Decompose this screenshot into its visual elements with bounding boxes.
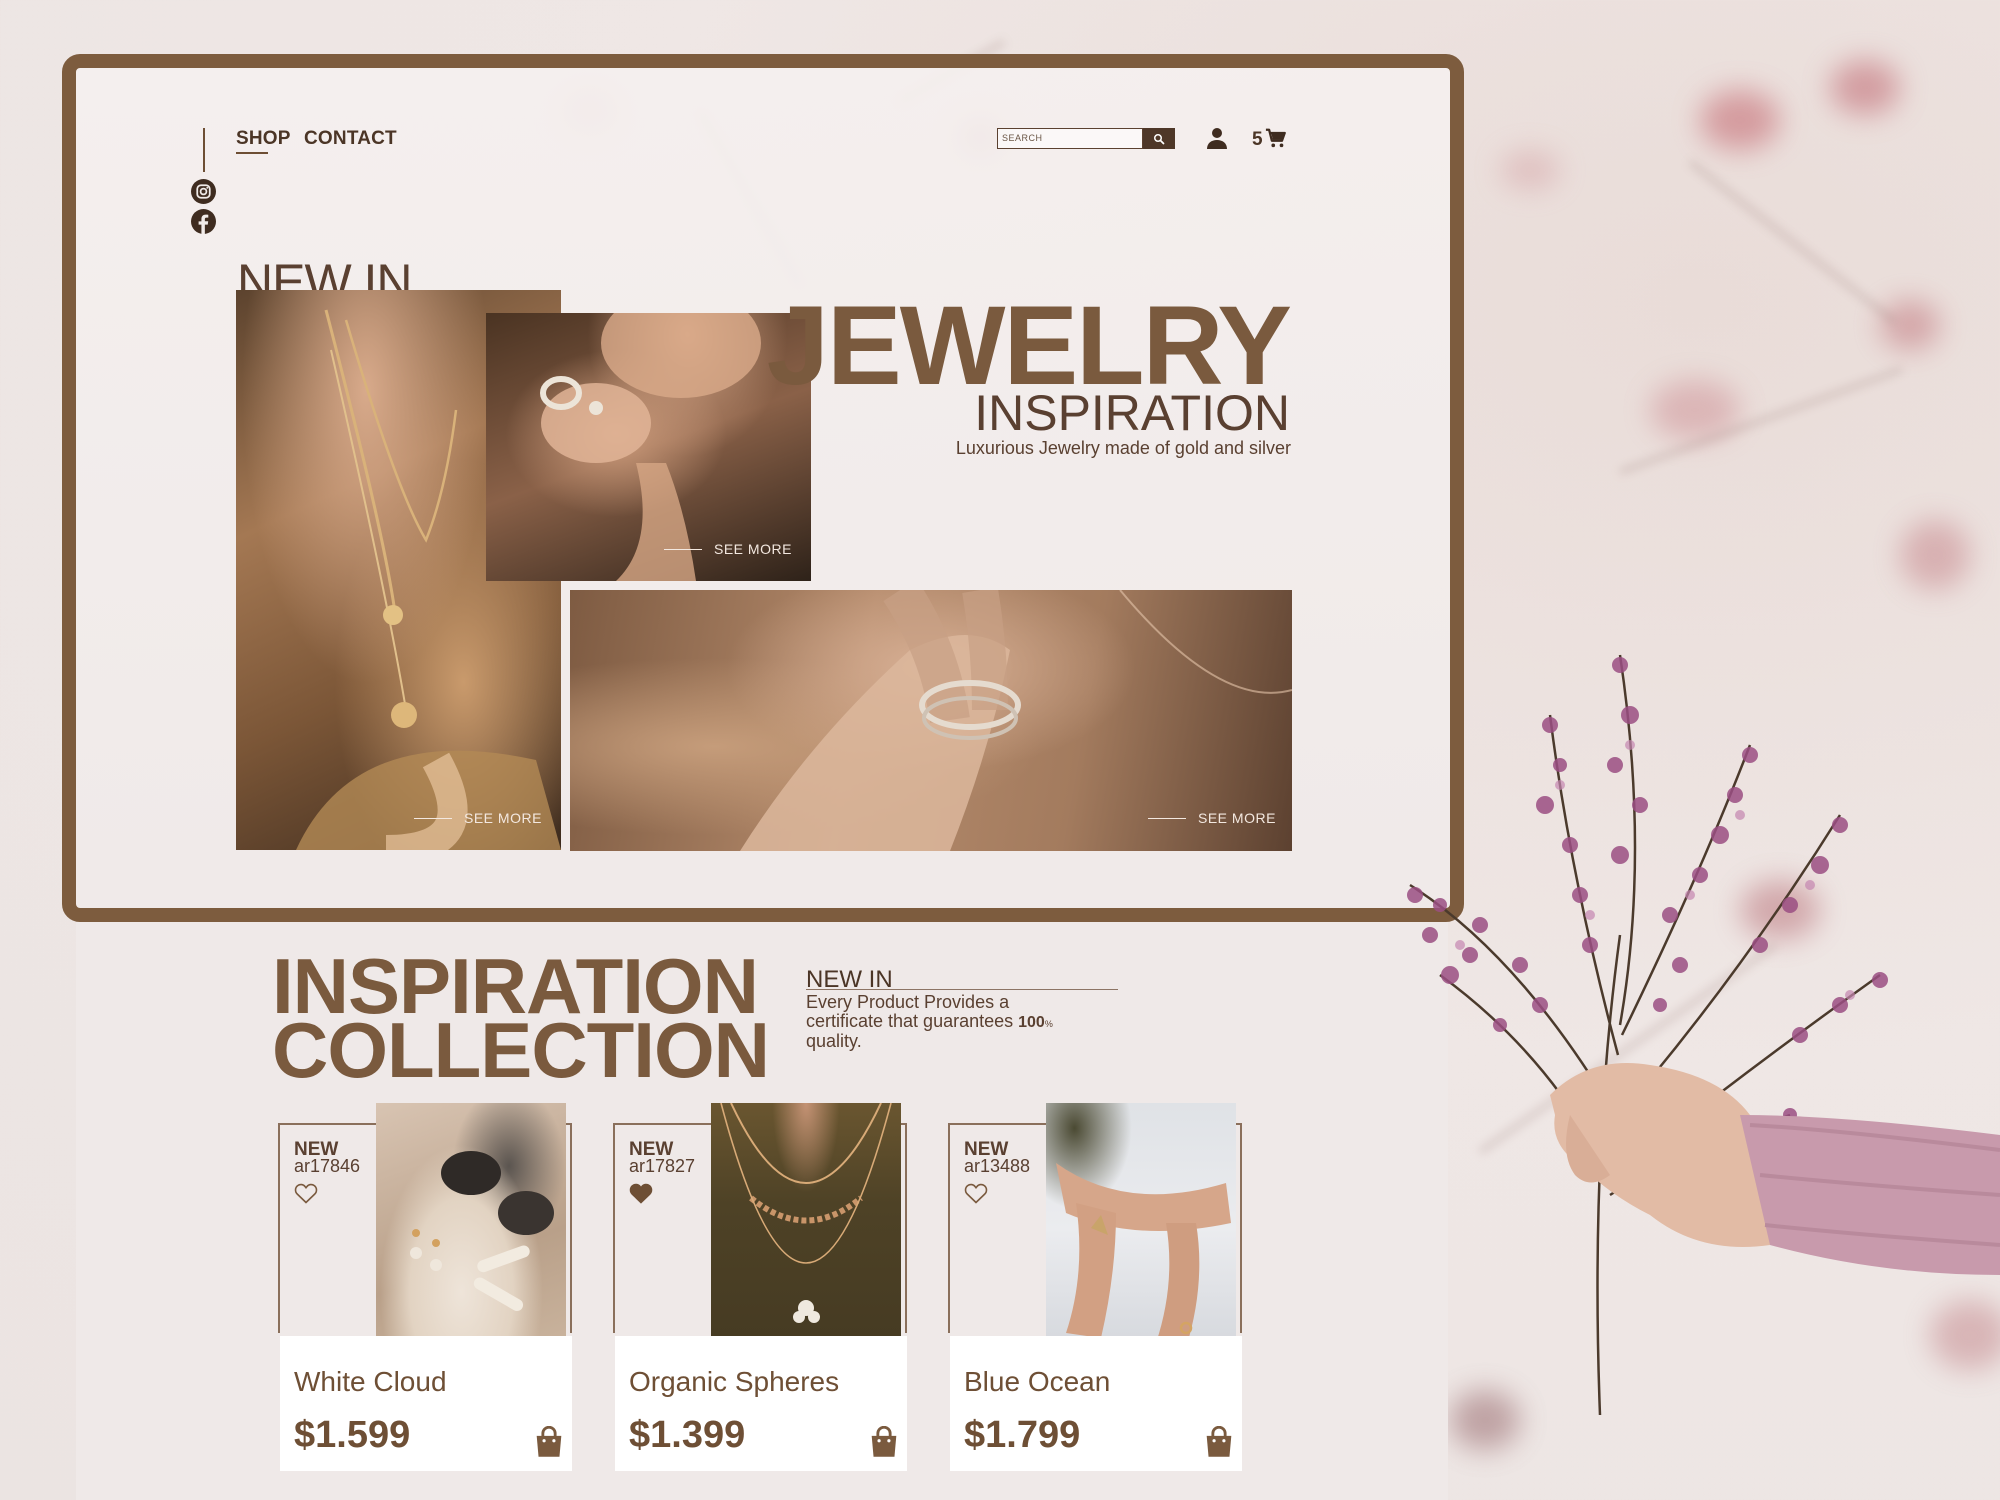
see-more-label: SEE MORE	[1198, 810, 1276, 826]
collection-description: Every Product Provides a certificate tha…	[806, 992, 1086, 1051]
see-more-link[interactable]: SEE MORE	[1148, 810, 1276, 826]
background-blossom	[1830, 60, 1900, 115]
instagram-icon[interactable]	[191, 179, 216, 204]
see-more-link[interactable]: SEE MORE	[664, 541, 792, 557]
heart-outline-icon[interactable]	[964, 1182, 988, 1204]
product-code: ar13488	[964, 1156, 1031, 1176]
necklace-illustration	[720, 1102, 892, 1323]
facebook-icon[interactable]	[191, 209, 216, 234]
see-more-label: SEE MORE	[464, 810, 542, 826]
product-card[interactable]: NEW ar17846 White Cloud $1.599	[278, 1103, 614, 1471]
nav-link-contact[interactable]: CONTACT	[304, 128, 397, 150]
product-code: ar17846	[294, 1156, 361, 1176]
background-blossom	[1500, 150, 1560, 190]
hero-subtitle: INSPIRATION	[974, 385, 1290, 441]
see-more-line	[664, 548, 702, 550]
search-button[interactable]	[1143, 128, 1175, 149]
product-photo[interactable]	[711, 1102, 901, 1355]
shopping-bag-icon[interactable]	[534, 1426, 564, 1458]
product-name[interactable]: Blue Ocean	[964, 1366, 1110, 1398]
quality-unit: %	[1044, 1019, 1053, 1030]
product-card[interactable]: NEW ar13488 Blue Ocean $1.799	[948, 1103, 1284, 1471]
see-more-line	[1148, 817, 1186, 819]
product-photo[interactable]	[376, 1103, 566, 1355]
earrings-illustration	[410, 1151, 554, 1311]
product-code: ar17827	[629, 1156, 696, 1176]
product-info: White Cloud $1.599	[280, 1336, 572, 1471]
collection-title-line: COLLECTION	[272, 1005, 770, 1094]
product-card[interactable]: NEW ar17827 Organic Spheres $1.399	[613, 1102, 949, 1471]
see-more-label: SEE MORE	[714, 541, 792, 557]
product-price: $1.599	[294, 1414, 411, 1456]
rings-face-photo[interactable]: SEE MORE	[486, 313, 811, 581]
collection-desc-text: Every Product Provides a certificate tha…	[806, 992, 1019, 1032]
ring-hand-photo[interactable]: SEE MORE	[570, 590, 1292, 851]
user-icon[interactable]	[1205, 126, 1229, 150]
background-branch	[1688, 160, 1897, 324]
search-icon	[1154, 133, 1165, 144]
product-price: $1.799	[964, 1414, 1081, 1456]
product-name[interactable]: Organic Spheres	[629, 1366, 839, 1398]
rings-hands-illustration	[1056, 1163, 1231, 1348]
hero-tagline: Luxurious Jewelry made of gold and silve…	[955, 438, 1291, 458]
cart-count: 5	[1252, 129, 1263, 150]
heart-filled-icon[interactable]	[629, 1182, 653, 1204]
nav-link-shop[interactable]: SHOP	[236, 128, 291, 150]
collection-desc-end: quality.	[806, 1030, 862, 1051]
social-divider	[203, 128, 205, 172]
product-photo[interactable]	[1046, 1103, 1236, 1355]
heart-outline-icon[interactable]	[294, 1182, 318, 1204]
product-info: Blue Ocean $1.799	[950, 1336, 1242, 1471]
collection-divider	[806, 989, 1118, 990]
background-blossom	[1880, 300, 1940, 350]
heather-bouquet-image	[1407, 654, 2000, 1416]
active-nav-indicator	[236, 152, 268, 154]
collection-title: INSPIRATION COLLECTION	[272, 947, 770, 1094]
background-blossom	[1700, 90, 1780, 150]
product-price: $1.399	[629, 1414, 746, 1456]
see-more-link[interactable]: SEE MORE	[414, 810, 542, 826]
product-name[interactable]: White Cloud	[294, 1366, 447, 1398]
product-info: Organic Spheres $1.399	[615, 1336, 907, 1471]
shopping-bag-icon[interactable]	[869, 1426, 899, 1458]
search-input[interactable]: SEARCH	[997, 128, 1143, 149]
see-more-line	[414, 817, 452, 819]
quality-number: 100	[1018, 1014, 1045, 1032]
shopping-bag-icon[interactable]	[1204, 1426, 1234, 1458]
cart-icon[interactable]	[1265, 127, 1287, 149]
